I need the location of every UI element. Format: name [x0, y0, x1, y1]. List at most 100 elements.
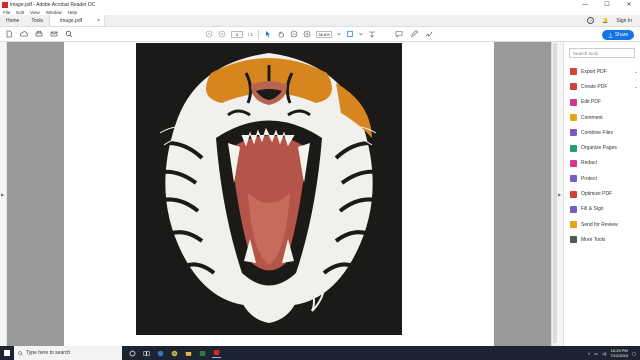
- tool-item-optimize-pdf[interactable]: Optimize PDF: [570, 186, 638, 201]
- tool-item-label: Optimize PDF: [581, 191, 613, 198]
- edge-browser-icon[interactable]: [156, 349, 165, 358]
- previous-page-icon[interactable]: [205, 30, 213, 38]
- document-viewport[interactable]: ▶ ▶: [0, 42, 563, 346]
- pdf-page: [64, 42, 494, 346]
- tool-item-label: More Tools: [581, 236, 606, 243]
- zoom-out-icon[interactable]: [290, 30, 298, 38]
- menu-help[interactable]: Help: [68, 10, 77, 15]
- notifications-bell-icon[interactable]: 🔔: [602, 18, 608, 24]
- system-tray: ˄ ▭ ◁) 10:29 PM 7/12/2019 ▢: [588, 348, 640, 358]
- zoom-in-icon[interactable]: [303, 30, 311, 38]
- tool-item-export-pdf[interactable]: Export PDF ⌄: [570, 64, 638, 79]
- tool-item-protect[interactable]: Protect: [570, 171, 638, 186]
- help-icon[interactable]: ?: [587, 17, 595, 24]
- tiger-illustration-image: [136, 43, 402, 335]
- email-icon[interactable]: [50, 30, 58, 38]
- redact-icon: [570, 159, 577, 167]
- maximize-button[interactable]: ☐: [596, 0, 618, 9]
- print-icon[interactable]: [35, 30, 43, 38]
- window-title: image.pdf - Adobe Acrobat Reader DC: [10, 1, 96, 8]
- left-panel-toggle[interactable]: ▶: [0, 42, 7, 346]
- search-icon[interactable]: [65, 30, 73, 38]
- page-background-left: [7, 42, 64, 346]
- system-clock[interactable]: 10:29 PM 7/12/2019: [610, 348, 628, 358]
- tool-item-label: Comment: [581, 114, 603, 121]
- network-icon[interactable]: ▭: [594, 351, 598, 356]
- task-view-icon[interactable]: [142, 349, 151, 358]
- tool-item-fill-sign[interactable]: Fill & Sign: [570, 202, 638, 217]
- tool-item-label: Redact: [581, 160, 597, 167]
- minimize-button[interactable]: —: [574, 0, 596, 9]
- edit-pdf-icon: [570, 98, 577, 106]
- menu-file[interactable]: File: [3, 10, 10, 15]
- tool-item-label: Send for Review: [581, 221, 618, 228]
- terminal-app-icon[interactable]: [198, 349, 207, 358]
- share-icon: [608, 32, 613, 38]
- chevron-down-icon[interactable]: ⌄: [634, 69, 638, 75]
- volume-icon[interactable]: ◁): [602, 351, 606, 356]
- acrobat-app-icon: [2, 1, 8, 8]
- windows-taskbar: Type here to search ˄ ▭ ◁) 10:29 PM 7/12…: [0, 346, 640, 360]
- collapse-right-panel-icon[interactable]: ▶: [558, 192, 561, 197]
- chrome-icon[interactable]: [170, 349, 179, 358]
- tool-item-organize-pages[interactable]: Organize Pages: [570, 140, 638, 155]
- close-window-button[interactable]: ✕: [618, 0, 640, 9]
- tab-document-label: image.pdf: [60, 17, 82, 24]
- create-pdf-icon[interactable]: [5, 30, 13, 38]
- tool-item-create-pdf[interactable]: Create PDF ⌄: [570, 79, 638, 94]
- tab-home[interactable]: Home: [0, 15, 25, 26]
- more-tools-icon: [570, 236, 577, 244]
- tool-item-redact[interactable]: Redact: [570, 156, 638, 171]
- tool-item-send-for-review[interactable]: Send for Review: [570, 217, 638, 232]
- cortana-icon[interactable]: [128, 349, 137, 358]
- acrobat-taskbar-icon[interactable]: [212, 349, 221, 358]
- taskbar-search-placeholder: Type here to search: [26, 350, 71, 356]
- tool-item-label: Export PDF: [581, 68, 607, 75]
- sign-icon[interactable]: [425, 30, 433, 38]
- start-button[interactable]: [0, 346, 14, 360]
- zoom-dropdown-chevron-icon[interactable]: [337, 30, 341, 38]
- tab-document[interactable]: image.pdf ×: [49, 15, 106, 26]
- export-pdf-icon: [570, 68, 577, 76]
- menu-view[interactable]: View: [30, 10, 40, 15]
- tool-item-edit-pdf[interactable]: Edit PDF: [570, 95, 638, 110]
- tools-pane: Search tools Export PDF ⌄ Create PDF ⌄ Edit …: [563, 42, 640, 346]
- tool-item-more-tools[interactable]: More Tools: [570, 232, 638, 247]
- highlight-pen-icon[interactable]: [410, 30, 418, 38]
- page-fit-dropdown-chevron-icon[interactable]: [359, 30, 363, 38]
- clock-date: 7/12/2019: [610, 353, 629, 358]
- chevron-down-icon[interactable]: ⌄: [634, 84, 638, 90]
- tray-chevron-icon[interactable]: ˄: [588, 351, 590, 356]
- tab-bar: Home Tools image.pdf × ? 🔔 Sign In: [0, 15, 640, 27]
- hand-tool-icon[interactable]: [277, 30, 285, 38]
- tool-item-combine-files[interactable]: Combine Files: [570, 125, 638, 140]
- search-tools-input[interactable]: Search tools: [569, 48, 635, 58]
- taskbar-search-box[interactable]: Type here to search: [14, 346, 122, 360]
- zoom-level-input[interactable]: 36.6%: [316, 30, 333, 38]
- comment-icon[interactable]: [395, 30, 403, 38]
- menu-edit[interactable]: Edit: [16, 10, 24, 15]
- next-page-icon[interactable]: [218, 30, 226, 38]
- page-background-right: [494, 42, 551, 346]
- tool-item-comment[interactable]: Comment: [570, 110, 638, 125]
- upload-cloud-icon[interactable]: [20, 30, 28, 38]
- comment-icon: [570, 114, 577, 122]
- menu-window[interactable]: Window: [46, 10, 62, 15]
- share-button-label: Share: [614, 32, 629, 38]
- expand-left-panel-icon[interactable]: ▶: [1, 192, 4, 197]
- organize-pages-icon: [570, 144, 577, 152]
- page-fit-icon[interactable]: [346, 30, 354, 38]
- notifications-icon[interactable]: ▢: [632, 351, 636, 356]
- tab-tools[interactable]: Tools: [25, 15, 49, 26]
- file-explorer-icon[interactable]: [184, 349, 193, 358]
- close-tab-icon[interactable]: ×: [97, 18, 100, 24]
- window-controls: — ☐ ✕: [574, 0, 640, 9]
- page-number-input[interactable]: 1: [231, 30, 243, 38]
- scrolling-mode-icon[interactable]: [368, 30, 376, 38]
- tool-item-label: Combine Files: [581, 129, 613, 136]
- select-cursor-icon[interactable]: [264, 30, 272, 38]
- share-button[interactable]: Share: [602, 30, 634, 40]
- sign-in-link[interactable]: Sign In: [616, 18, 632, 24]
- send-for-review-icon: [570, 221, 577, 229]
- fill-sign-icon: [570, 205, 577, 213]
